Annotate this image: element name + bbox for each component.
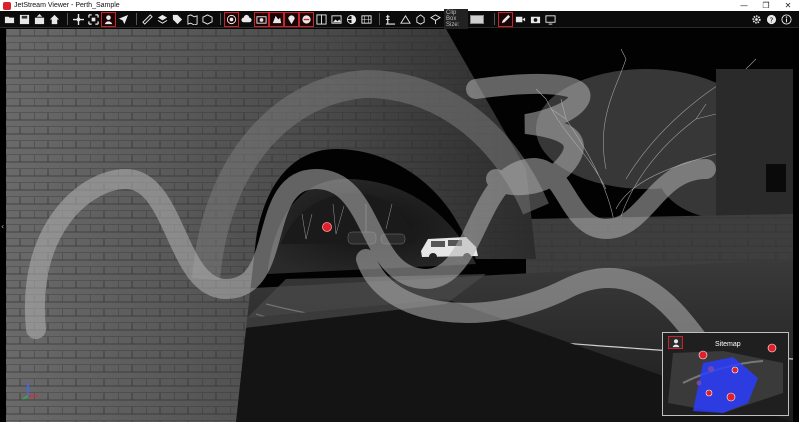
jetstream-viewer-window: JetStream Viewer - Perth_Sample — ❐ ✕ Cl… (0, 0, 799, 422)
tag-icon[interactable] (171, 13, 184, 26)
home-icon[interactable] (48, 13, 61, 26)
window-title: JetStream Viewer - Perth_Sample (14, 2, 120, 9)
help-icon[interactable]: ? (765, 13, 778, 26)
title-bar: JetStream Viewer - Perth_Sample — ❐ ✕ (0, 0, 799, 11)
clip-box-size-label: Clip Box Size: (444, 9, 468, 29)
clip-box-size-field[interactable] (470, 14, 484, 24)
minimize-button[interactable]: — (733, 0, 755, 11)
export-icon[interactable] (33, 13, 46, 26)
fit-view-icon[interactable] (87, 13, 100, 26)
layers-icon[interactable] (156, 13, 169, 26)
svg-text:?: ? (770, 15, 774, 24)
elevation-icon[interactable] (384, 13, 397, 26)
toolbar-separator (136, 13, 137, 25)
sitemap-title: Sitemap (715, 341, 741, 348)
main-toolbar: Clip Box Size: ? (0, 9, 799, 29)
toolbar-separator (220, 13, 221, 25)
sitemap-toggle-button[interactable] (668, 336, 683, 349)
screen-icon[interactable] (544, 13, 557, 26)
cube-icon[interactable] (201, 13, 214, 26)
location-icon[interactable] (269, 11, 284, 27)
walk-mode-icon[interactable] (101, 11, 116, 27)
camera-icon[interactable] (529, 13, 542, 26)
clip-icon[interactable] (414, 13, 427, 26)
open-folder-icon[interactable] (3, 13, 16, 26)
fly-mode-icon[interactable] (117, 13, 130, 26)
toolbar-separator (67, 13, 68, 25)
box-icon[interactable] (429, 13, 442, 26)
scan-location-marker (322, 222, 332, 232)
save-icon[interactable] (18, 13, 31, 26)
maximize-button[interactable]: ❐ (755, 0, 777, 11)
toolbar-separator (494, 13, 495, 25)
axis-gizmo-icon (22, 383, 38, 400)
grid-icon[interactable] (360, 13, 373, 26)
map-icon[interactable] (186, 13, 199, 26)
split-view-icon[interactable] (315, 13, 328, 26)
app-logo-icon (3, 1, 11, 10)
cloud-icon[interactable] (240, 13, 253, 26)
capture-icon[interactable] (254, 11, 269, 27)
gear-icon[interactable] (750, 13, 763, 26)
expand-panel-arrow-icon[interactable]: ‹ (1, 222, 4, 231)
pencil-icon[interactable] (498, 11, 513, 27)
navigate-icon[interactable] (72, 13, 85, 26)
photo-icon[interactable] (330, 13, 343, 26)
video-icon[interactable] (514, 13, 527, 26)
info-icon[interactable] (780, 13, 793, 26)
pano-icon[interactable] (299, 11, 314, 27)
close-button[interactable]: ✕ (777, 0, 799, 11)
sphere-icon[interactable] (345, 13, 358, 26)
measure-icon[interactable] (141, 13, 154, 26)
window-controls: — ❐ ✕ (733, 0, 799, 11)
target-icon[interactable] (224, 11, 239, 27)
sitemap-panel[interactable]: Sitemap (662, 332, 789, 416)
toolbar-separator (379, 13, 380, 25)
toolbar-right-group: ? (750, 13, 795, 26)
walk-mode-icon (672, 338, 679, 347)
dimension-icon[interactable] (399, 13, 412, 26)
pin-icon[interactable] (284, 11, 299, 27)
right-panel-edge (793, 29, 799, 422)
